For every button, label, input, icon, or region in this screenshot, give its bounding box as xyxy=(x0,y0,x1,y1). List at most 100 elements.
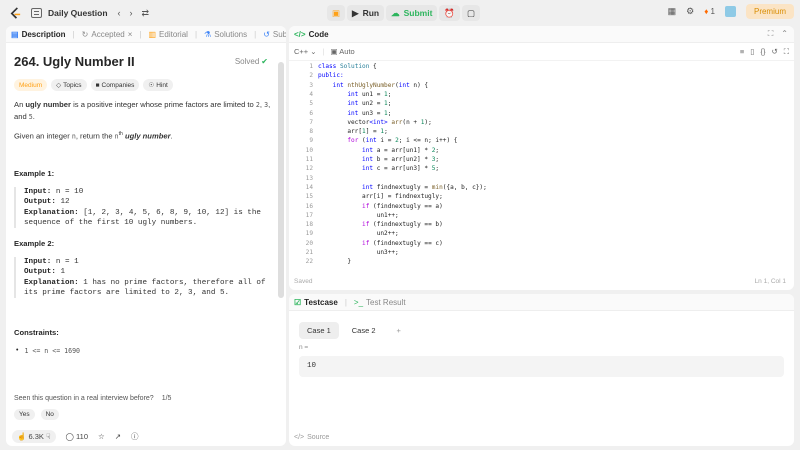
companies-chip[interactable]: ■ Companies xyxy=(90,79,140,91)
run-button[interactable]: ▶ Run xyxy=(347,5,385,21)
code-token: int xyxy=(318,156,377,163)
close-icon[interactable]: × xyxy=(128,30,133,39)
tab-editorial-label: Editorial xyxy=(159,29,188,39)
avatar[interactable] xyxy=(724,6,736,17)
reset-icon[interactable]: ↺ xyxy=(771,47,777,56)
debug-bug-icon[interactable]: ▣ xyxy=(327,5,346,21)
hint-label: Hint xyxy=(156,81,168,89)
tab-accepted[interactable]: ↻ Accepted × xyxy=(82,30,133,39)
tab-editorial[interactable]: ▥ Editorial xyxy=(148,30,187,39)
language-select[interactable]: C++ ⌄ xyxy=(294,47,317,56)
maximize-icon[interactable]: ⛶ xyxy=(768,29,774,39)
line-number: 18 xyxy=(305,221,313,229)
fullscreen-icon[interactable]: ⛶ xyxy=(784,47,789,57)
code-token: int xyxy=(365,137,377,145)
prev-problem-chevron-left-icon[interactable]: ‹ xyxy=(118,5,121,21)
favorite-star-icon[interactable]: ☆ xyxy=(98,432,105,441)
random-shuffle-icon[interactable]: ⇄ xyxy=(142,5,150,21)
add-case-button[interactable]: + xyxy=(389,322,409,339)
hint-chip[interactable]: ☉ Hint xyxy=(143,79,173,91)
problem-list-title[interactable]: Daily Question xyxy=(48,8,108,18)
code-line: if (findnextugly == b) xyxy=(318,220,443,229)
input-label: Input: xyxy=(24,188,52,196)
code-token: int xyxy=(318,165,377,173)
desc-text: . xyxy=(32,112,35,122)
code-token: un1 = xyxy=(362,90,385,98)
description-scrollbar[interactable] xyxy=(278,62,284,298)
share-icon[interactable]: ↗ xyxy=(115,432,121,441)
case-1-tab[interactable]: Case 1 xyxy=(299,322,339,339)
braces-icon[interactable]: {} xyxy=(760,47,765,56)
code-editor[interactable]: 1 class Solution {2 public: 3 int nthUglyNu… xyxy=(289,62,794,290)
checkbox-icon: ☑ xyxy=(294,297,302,307)
line-number: 5 xyxy=(309,100,313,108)
code-token: ; i <= n; i++) { xyxy=(398,137,458,145)
topics-chip[interactable]: ◇ Topics xyxy=(51,79,87,91)
description-footer: ☝ 6.3K ☟ ◯ 110 ☆ ↗ ⓘ xyxy=(12,430,139,443)
code-token: int xyxy=(318,100,363,108)
tab-divider: | xyxy=(72,29,75,39)
description-paragraph-1: An ugly number is a positive integer who… xyxy=(14,99,276,123)
tab-code[interactable]: </> Code xyxy=(294,30,329,39)
no-button[interactable]: No xyxy=(40,409,59,420)
code-token: } xyxy=(318,258,352,266)
bookmark-icon[interactable]: ▯ xyxy=(750,47,754,56)
tab-submissions[interactable]: ↺Submissions xyxy=(263,30,286,39)
submit-button[interactable]: ☁ Submit xyxy=(386,5,438,21)
leetcode-logo-icon[interactable] xyxy=(8,6,22,20)
help-icon[interactable]: ⓘ xyxy=(131,431,139,442)
tab-solutions-label: Solutions xyxy=(214,29,248,39)
interview-pagination: 1/5 xyxy=(161,395,172,402)
streak-counter[interactable]: ♦ 1 xyxy=(704,7,715,16)
line-number: 11 xyxy=(305,156,313,163)
code-line: int a = arr[un1] * 2; xyxy=(318,146,439,155)
tab-solutions[interactable]: ⚗ Solutions xyxy=(204,30,247,39)
code-token: a = arr[un1] * xyxy=(376,146,432,154)
code-line: int un2 = 1; xyxy=(318,99,391,108)
code-token: un1++; xyxy=(318,211,399,219)
collapse-icon[interactable]: ⌃ xyxy=(781,29,788,39)
panel-controls: ⛶ ⌃ xyxy=(768,29,788,39)
premium-button[interactable]: Premium xyxy=(745,4,794,19)
source-toggle[interactable]: </> Source xyxy=(294,434,329,441)
problem-list-icon[interactable] xyxy=(31,5,42,21)
bullet-icon: • xyxy=(16,347,19,354)
difficulty-badge: Medium xyxy=(14,79,48,91)
layout-grid-icon[interactable]: ▦ xyxy=(668,6,677,17)
tab-testcase[interactable]: ☑ Testcase xyxy=(294,298,338,307)
tab-description[interactable]: ▤ Description xyxy=(11,30,66,39)
settings-gear-icon[interactable]: ⚙ xyxy=(686,6,694,17)
code-line: public: xyxy=(318,71,344,80)
code-line: int nthUglyNumber(int n) { xyxy=(318,81,428,90)
code-token: ] = xyxy=(365,128,381,136)
case-2-tab[interactable]: Case 2 xyxy=(344,322,384,339)
superscript: th xyxy=(118,131,123,138)
page-title[interactable]: 264. Ugly Number II xyxy=(14,54,135,69)
example-explanation: Explanation: 1 has no prime factors, the… xyxy=(24,278,274,299)
like-button[interactable]: ☝ 6.3K ☟ xyxy=(12,430,56,443)
upload-cloud-icon: ☁ xyxy=(391,7,400,18)
format-icon[interactable]: ≡ xyxy=(740,47,744,56)
code-line: vector<int> arr(n + 1); xyxy=(318,118,431,127)
tab-accepted-label: Accepted xyxy=(91,29,125,39)
timer-alarm-icon[interactable]: ⏰ xyxy=(439,5,461,21)
tab-test-result[interactable]: >_ Test Result xyxy=(354,298,406,307)
line-number: 15 xyxy=(305,193,313,201)
code-token: ; xyxy=(435,156,440,163)
yes-button[interactable]: Yes xyxy=(14,409,35,420)
play-icon: ▶ xyxy=(352,7,359,18)
line-number: 14 xyxy=(305,183,313,191)
description-paragraph-2: Given an integer n, return the nth ugly … xyxy=(14,130,276,143)
auto-mode[interactable]: ▣ Auto xyxy=(331,47,355,56)
code-token: un3++; xyxy=(318,249,399,256)
line-number: 9 xyxy=(309,137,313,145)
thumbs-down-icon[interactable]: ☟ xyxy=(46,432,51,441)
testcase-input-field[interactable]: 10 xyxy=(299,356,784,377)
code-token: un2++; xyxy=(318,230,399,238)
lightbulb-icon: ☉ xyxy=(148,82,155,89)
comments-button[interactable]: ◯ 110 xyxy=(66,432,88,441)
description-panel: ▤ Description | ↻ Accepted × | ▥ Editorial |… xyxy=(6,26,286,446)
next-problem-chevron-right-icon[interactable]: › xyxy=(130,5,133,21)
terminal-icon: >_ xyxy=(353,297,364,307)
notes-icon[interactable]: ▢ xyxy=(462,5,481,21)
